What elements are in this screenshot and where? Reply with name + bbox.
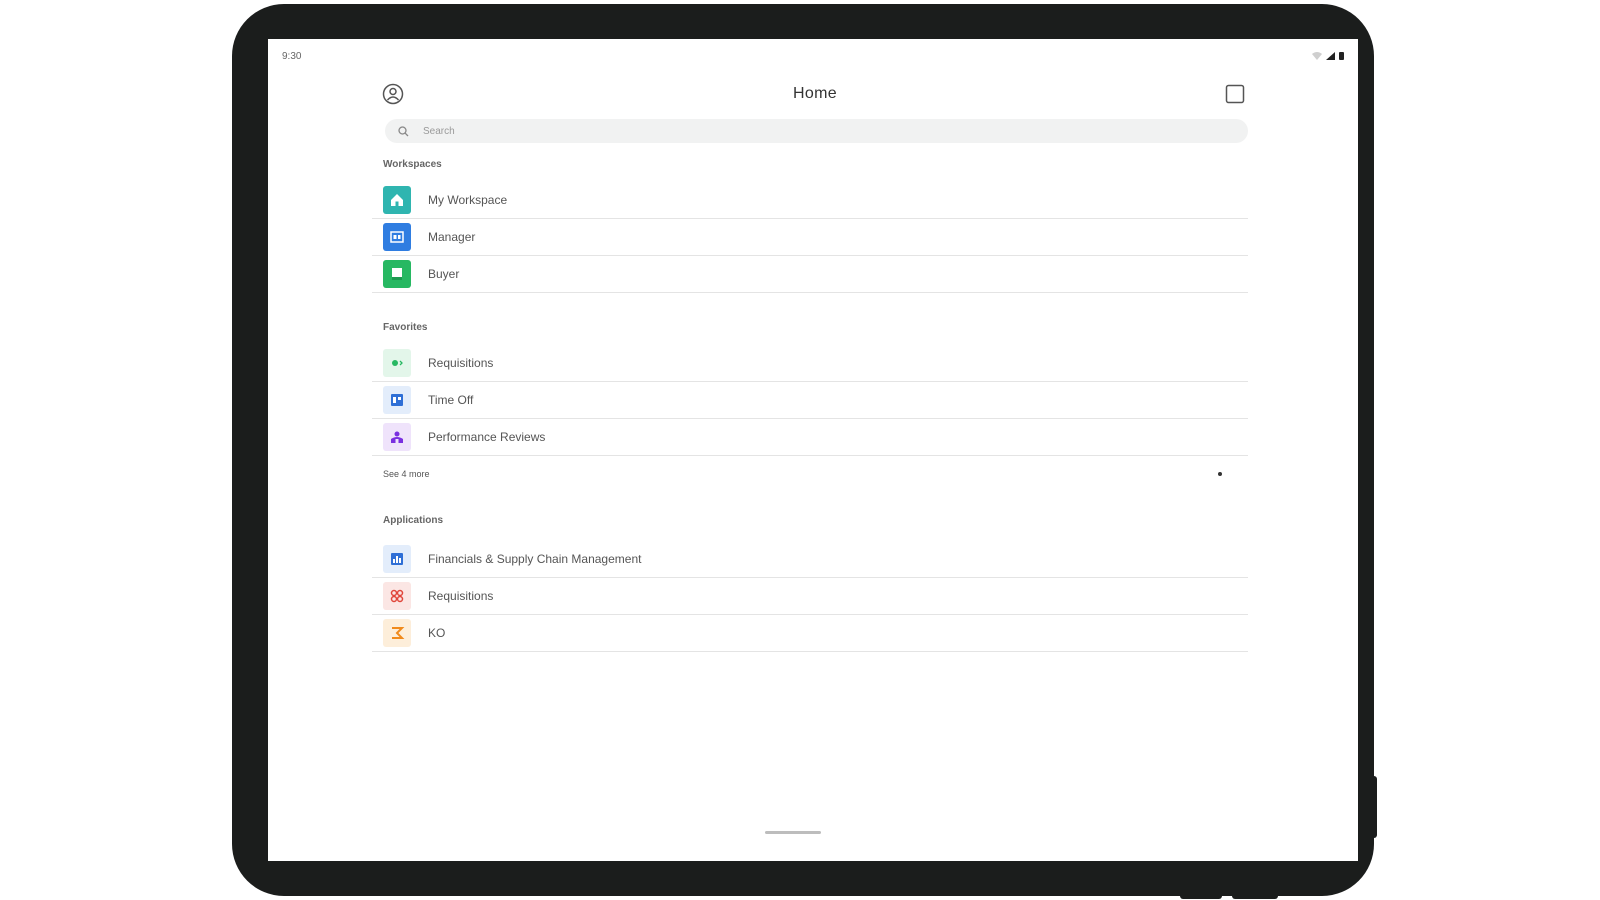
application-item-requisitions[interactable]: Requisitions: [372, 578, 1248, 615]
status-time: 9:30: [282, 51, 302, 62]
list-item-label: KO: [428, 626, 446, 640]
notifications-button[interactable]: [1224, 83, 1248, 107]
favorite-item-requisitions[interactable]: Requisitions: [372, 345, 1248, 382]
dot-icon: [1218, 472, 1222, 476]
search-input[interactable]: [421, 124, 1205, 138]
requisitions-app-icon: [383, 582, 411, 610]
performance-reviews-icon: [383, 423, 411, 451]
app-header: Home: [382, 79, 1248, 111]
workspaces-list: My Workspace Manager Buyer: [372, 182, 1248, 293]
workspace-item-manager[interactable]: Manager: [372, 219, 1248, 256]
manager-icon: [383, 223, 411, 251]
application-item-ko[interactable]: KO: [372, 615, 1248, 652]
applications-section-label: Applications: [383, 515, 444, 526]
page-title: Home: [793, 85, 837, 102]
see-more-label: See 4 more: [383, 469, 430, 479]
home-icon: [383, 186, 411, 214]
workspace-item-buyer[interactable]: Buyer: [372, 256, 1248, 293]
favorites-section-label: Favorites: [383, 322, 428, 333]
requisitions-icon: [383, 349, 411, 377]
signal-icon: [1326, 52, 1335, 60]
see-more-favorites-button[interactable]: See 4 more: [372, 460, 1248, 488]
favorites-list: Requisitions Time Off Performance Review…: [372, 345, 1248, 456]
square-icon: [1225, 84, 1245, 104]
battery-icon: [1339, 52, 1344, 60]
list-item-label: Performance Reviews: [428, 430, 546, 444]
favorite-item-performance-reviews[interactable]: Performance Reviews: [372, 419, 1248, 456]
time-off-icon: [383, 386, 411, 414]
wifi-icon: [1312, 52, 1322, 60]
tablet-side-button: [1372, 776, 1377, 838]
search-bar[interactable]: [385, 119, 1248, 143]
workspace-item-my-workspace[interactable]: My Workspace: [372, 182, 1248, 219]
home-indicator[interactable]: [765, 831, 821, 834]
list-item-label: Buyer: [428, 267, 460, 281]
tablet-screen: 9:30 Home Workspaces: [268, 39, 1358, 861]
ko-icon: [383, 619, 411, 647]
status-icons: [1312, 52, 1344, 60]
applications-list: Financials & Supply Chain Management Req…: [372, 541, 1248, 652]
list-item-label: Requisitions: [428, 356, 494, 370]
list-item-label: My Workspace: [428, 193, 508, 207]
list-item-label: Financials & Supply Chain Management: [428, 552, 642, 566]
buyer-icon: [383, 260, 411, 288]
tablet-bottom-button: [1180, 894, 1222, 899]
list-item-label: Time Off: [428, 393, 474, 407]
application-item-financials[interactable]: Financials & Supply Chain Management: [372, 541, 1248, 578]
financials-icon: [383, 545, 411, 573]
list-item-label: Manager: [428, 230, 476, 244]
tablet-bottom-button: [1232, 894, 1278, 899]
list-item-label: Requisitions: [428, 589, 494, 603]
search-icon: [398, 125, 409, 136]
favorite-item-time-off[interactable]: Time Off: [372, 382, 1248, 419]
workspaces-section-label: Workspaces: [383, 159, 442, 170]
